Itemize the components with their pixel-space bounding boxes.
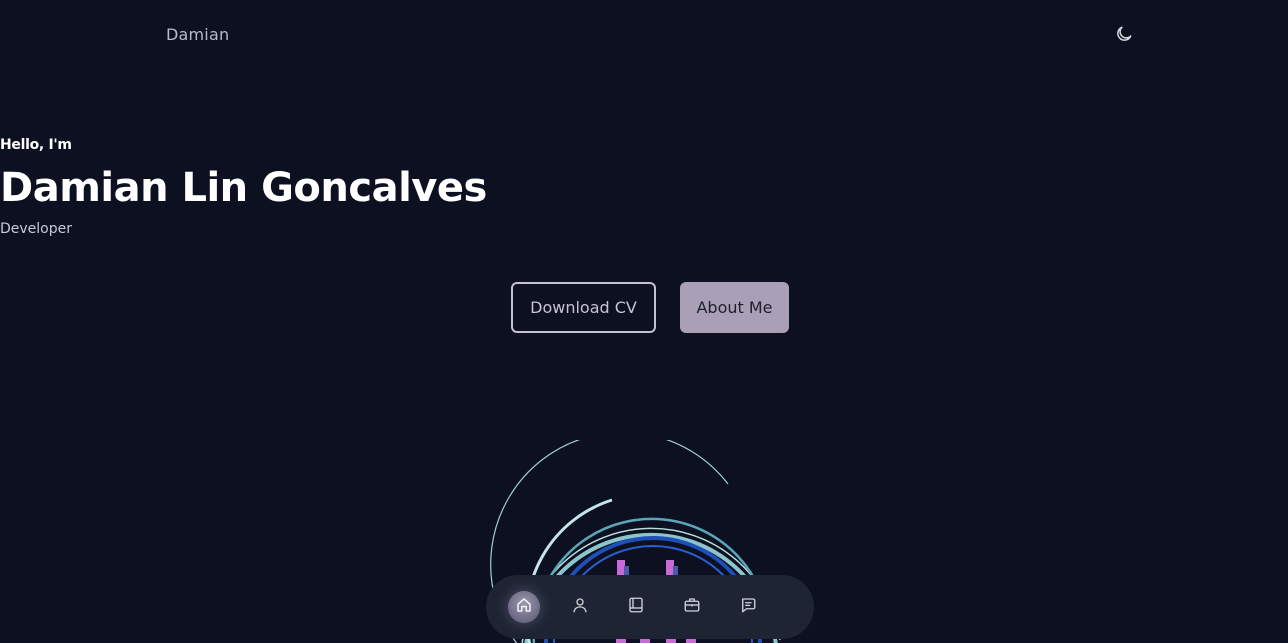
bottom-dock-nav: [486, 575, 814, 639]
download-cv-button[interactable]: Download CV: [511, 282, 656, 333]
page: Damian Hello, I'm Damian Lin Goncalves D…: [0, 0, 1288, 643]
about-me-button[interactable]: About Me: [680, 282, 789, 333]
dock-item-contact[interactable]: [732, 591, 764, 623]
moon-icon: [1114, 24, 1134, 48]
logo-link[interactable]: Damian: [166, 25, 229, 44]
dock-item-about[interactable]: [564, 591, 596, 623]
dock-item-resume[interactable]: [620, 591, 652, 623]
hero-role: Developer: [0, 221, 73, 237]
briefcase-icon: [683, 596, 701, 618]
user-icon: [571, 596, 589, 618]
book-icon: [627, 596, 645, 618]
theme-toggle-button[interactable]: [1112, 24, 1136, 48]
home-icon: [515, 596, 533, 618]
hero-name: Damian Lin Goncalves: [0, 165, 487, 211]
message-icon: [739, 596, 757, 618]
dock-item-portfolio[interactable]: [676, 591, 708, 623]
hero-greeting: Hello, I'm: [0, 137, 72, 153]
dock-item-home[interactable]: [508, 591, 540, 623]
